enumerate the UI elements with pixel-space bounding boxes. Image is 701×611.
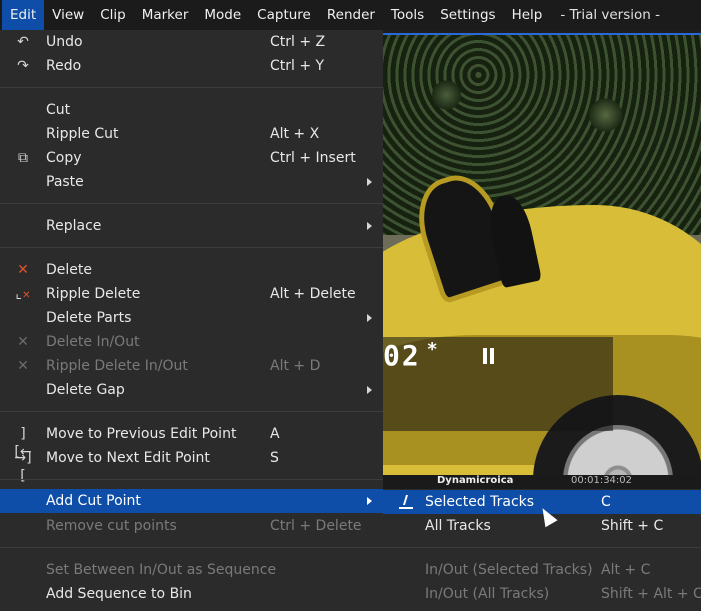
menu-item-shortcut: Ctrl + Y [270,58,325,74]
submenu-item-inout-selected-tracks[interactable]: In/Out (Selected Tracks) Alt + C [383,558,701,582]
menu-item-label: Ripple Cut [46,126,119,142]
menu-item-shortcut: Shift + Alt + C [601,586,701,602]
menu-separator [0,87,383,88]
ripple-delete-inout-icon: ✕ [17,358,29,374]
menu-item-delete[interactable]: ✕ Delete [0,258,383,282]
menu-separator [0,479,383,480]
submenu-arrow-icon [367,497,372,505]
cut-tracks-icon [397,493,415,511]
menu-item-label: Replace [46,218,102,234]
copy-icon: ⧉ [18,150,28,166]
trial-label: - Trial version - [560,7,660,23]
undo-icon: ↶ [17,34,29,50]
menu-item-shortcut: Ctrl + Insert [270,150,356,166]
menu-item-label: Remove cut points [46,518,177,534]
menu-tools[interactable]: Tools [383,0,432,30]
menu-item-label: Cut [46,102,71,118]
menu-item-cut[interactable]: Cut [0,98,383,122]
menu-item-move-next-edit-point[interactable]: →][ Move to Next Edit Point S [0,446,383,484]
menu-separator [0,547,383,548]
menu-item-delete-inout[interactable]: ✕ Delete In/Out [0,330,383,354]
menu-item-shortcut: S [270,450,279,466]
menu-item-replace[interactable]: Replace [0,214,383,238]
menu-item-shortcut: Ctrl + Z [270,34,326,50]
menu-item-label: Move to Previous Edit Point [46,426,237,442]
delete-x-icon: ✕ [17,262,29,278]
menu-item-ripple-delete[interactable]: ⌞✕ Ripple Delete Alt + Delete [0,282,383,306]
menu-separator [0,247,383,248]
menu-render[interactable]: Render [319,0,383,30]
prev-edit-point-icon: ][← [14,426,32,460]
menu-item-shortcut: Alt + C [601,562,651,578]
menu-item-paste[interactable]: Paste [0,170,383,194]
menu-item-label: Add Sequence to Bin [46,586,192,602]
menu-item-add-cut-point[interactable]: Add Cut Point [0,489,383,513]
menu-item-shortcut: A [270,426,280,442]
next-edit-point-icon: →][ [14,450,32,484]
menu-item-ripple-delete-inout[interactable]: ✕ Ripple Delete In/Out Alt + D [0,354,383,378]
menu-item-shortcut: Ctrl + Delete [270,518,362,534]
menu-marker[interactable]: Marker [134,0,197,30]
strip-track-name: Dynamicroica [437,475,514,486]
menu-item-label: Delete [46,262,92,278]
menu-item-label: Ripple Delete In/Out [46,358,188,374]
menu-item-label: In/Out (Selected Tracks) [425,562,593,578]
submenu-arrow-icon [367,386,372,394]
menu-item-label: Selected Tracks [425,494,535,510]
menu-capture[interactable]: Capture [249,0,319,30]
menu-edit[interactable]: Edit [2,0,45,30]
menu-item-set-between-inout-as-sequence[interactable]: Set Between In/Out as Sequence [0,558,383,582]
menu-item-shortcut: C [601,494,611,510]
menu-item-label: Delete Parts [46,310,132,326]
timeline-strip: Dynamicroica 00:01:34:02 [383,475,701,489]
menu-item-undo[interactable]: ↶ Undo Ctrl + Z [0,30,383,54]
strip-timecode: 00:01:34:02 [571,475,633,486]
menu-item-shortcut: Alt + X [270,126,320,142]
menu-settings[interactable]: Settings [432,0,503,30]
menu-item-remove-cut-points[interactable]: Remove cut points Ctrl + Delete [0,514,383,538]
menu-item-move-previous-edit-point[interactable]: ][← Move to Previous Edit Point A [0,422,383,460]
ripple-delete-icon: ⌞✕ [15,286,31,302]
menu-separator [383,547,701,548]
menu-item-label: Move to Next Edit Point [46,450,210,466]
menu-item-shortcut: Alt + D [270,358,321,374]
menu-item-label: All Tracks [425,518,491,534]
menu-item-label: Redo [46,58,82,74]
menu-item-label: Undo [46,34,83,50]
menu-mode[interactable]: Mode [196,0,249,30]
menu-item-label: Delete In/Out [46,334,140,350]
menu-separator [0,203,383,204]
menu-separator [0,411,383,412]
menu-item-shortcut: Alt + Delete [270,286,356,302]
menu-item-label: Delete Gap [46,382,125,398]
menu-item-delete-parts[interactable]: Delete Parts [0,306,383,330]
submenu-arrow-icon [367,178,372,186]
redo-icon: ↷ [17,58,29,74]
timecode-display: 02 * [383,339,440,372]
menu-bar: Edit View Clip Marker Mode Capture Rende… [0,0,701,30]
menu-item-label: Ripple Delete [46,286,141,302]
menu-view[interactable]: View [44,0,92,30]
menu-item-copy[interactable]: ⧉ Copy Ctrl + Insert [0,146,383,170]
menu-clip[interactable]: Clip [92,0,134,30]
menu-help[interactable]: Help [504,0,551,30]
video-preview[interactable]: 02 * [383,33,701,475]
menu-item-redo[interactable]: ↷ Redo Ctrl + Y [0,54,383,78]
pause-icon[interactable] [483,348,494,364]
submenu-arrow-icon [367,314,372,322]
delete-inout-icon: ✕ [17,334,29,350]
menu-item-label: Set Between In/Out as Sequence [46,562,277,578]
menu-item-label: Paste [46,174,84,190]
submenu-item-inout-all-tracks[interactable]: In/Out (All Tracks) Shift + Alt + C [383,582,701,606]
menu-item-label: Copy [46,150,82,166]
submenu-arrow-icon [367,222,372,230]
edit-menu: ↶ Undo Ctrl + Z ↷ Redo Ctrl + Y Cut Ripp… [0,30,383,611]
menu-item-delete-gap[interactable]: Delete Gap [0,378,383,402]
menu-item-label: In/Out (All Tracks) [425,586,550,602]
menu-item-ripple-cut[interactable]: Ripple Cut Alt + X [0,122,383,146]
menu-item-add-sequence-to-bin[interactable]: Add Sequence to Bin [0,582,383,606]
menu-item-label: Add Cut Point [46,493,141,509]
menu-item-shortcut: Shift + C [601,518,664,534]
